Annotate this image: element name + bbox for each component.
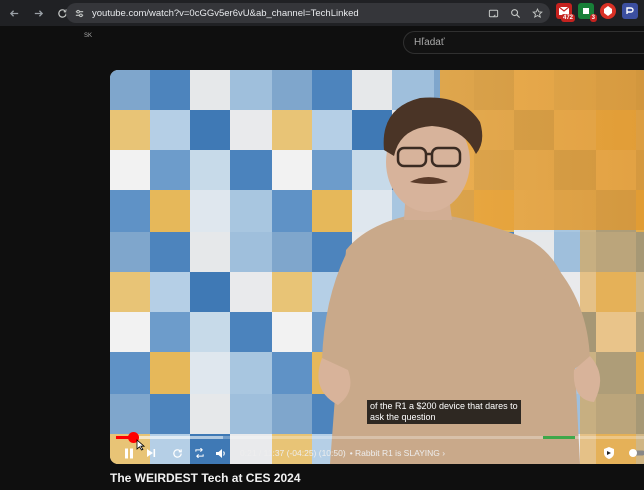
- back-button[interactable]: [5, 4, 23, 22]
- extension-shield-button[interactable]: [598, 442, 620, 464]
- player-controls: 0:21 / 11:37 (-04:25) (10:50) • Rabbit R…: [110, 442, 644, 464]
- pause-button[interactable]: [118, 442, 140, 464]
- chapter-title-text: • Rabbit R1 is SLAYING: [349, 448, 440, 458]
- progress-bar[interactable]: [116, 432, 644, 443]
- repeat-icon: [194, 448, 204, 458]
- forward-button[interactable]: [29, 4, 47, 22]
- subtitle-line: of the R1 a $200 device that dares to: [370, 401, 518, 411]
- shield-icon: [604, 447, 614, 459]
- extensions-area: 472 3: [556, 3, 638, 22]
- miniplayer-button[interactable]: [188, 442, 210, 464]
- gmail-extension-icon[interactable]: 472: [556, 3, 575, 22]
- time-display: 0:21 / 11:37 (-04:25) (10:50): [240, 448, 346, 458]
- chevron-right-icon: ›: [442, 448, 446, 458]
- player-controls-right: [598, 442, 644, 464]
- search-placeholder: Hľadať: [414, 37, 445, 48]
- arrow-right-icon: [34, 9, 43, 17]
- chapter-highlight: [543, 436, 575, 439]
- replay-icon: [172, 448, 182, 458]
- region-code: SK: [84, 33, 93, 39]
- subtitles: of the R1 a $200 device that dares to as…: [367, 400, 521, 424]
- zoom-icon[interactable]: [508, 6, 522, 20]
- video-title: The WEIRDEST Tech at CES 2024: [110, 471, 301, 485]
- search-input[interactable]: Hľadať: [403, 31, 644, 54]
- video-player[interactable]: of the R1 a $200 device that dares to as…: [110, 70, 644, 464]
- autoplay-toggle[interactable]: [626, 442, 644, 464]
- bookmark-star-icon[interactable]: [530, 6, 544, 20]
- chapter-title[interactable]: • Rabbit R1 is SLAYING ›: [350, 448, 445, 458]
- next-button[interactable]: [140, 442, 162, 464]
- blue-extension-icon[interactable]: [622, 3, 638, 19]
- site-info-icon[interactable]: [72, 6, 86, 20]
- extension-badge: 472: [560, 14, 575, 22]
- autoplay-loop-button[interactable]: [166, 442, 188, 464]
- address-bar[interactable]: youtube.com/watch?v=0cGGv5er6vU&ab_chann…: [66, 3, 550, 23]
- cast-icon[interactable]: [486, 6, 500, 20]
- volume-button[interactable]: [210, 442, 232, 464]
- toggle-icon: [629, 449, 644, 457]
- pause-icon: [125, 448, 133, 458]
- browser-toolbar: youtube.com/watch?v=0cGGv5er6vU&ab_chann…: [0, 0, 644, 26]
- subtitle-line: ask the question: [370, 412, 436, 422]
- url-text: youtube.com/watch?v=0cGGv5er6vU&ab_chann…: [92, 7, 359, 19]
- skip-next-icon: [147, 449, 156, 457]
- green-extension-icon[interactable]: 3: [578, 3, 597, 22]
- red-extension-icon[interactable]: [600, 3, 616, 19]
- extension-badge: 3: [589, 14, 597, 22]
- volume-icon: [216, 448, 225, 458]
- screen: youtube.com/watch?v=0cGGv5er6vU&ab_chann…: [0, 0, 644, 490]
- arrow-left-icon: [9, 9, 18, 17]
- youtube-header: SK Hľadať: [0, 26, 644, 66]
